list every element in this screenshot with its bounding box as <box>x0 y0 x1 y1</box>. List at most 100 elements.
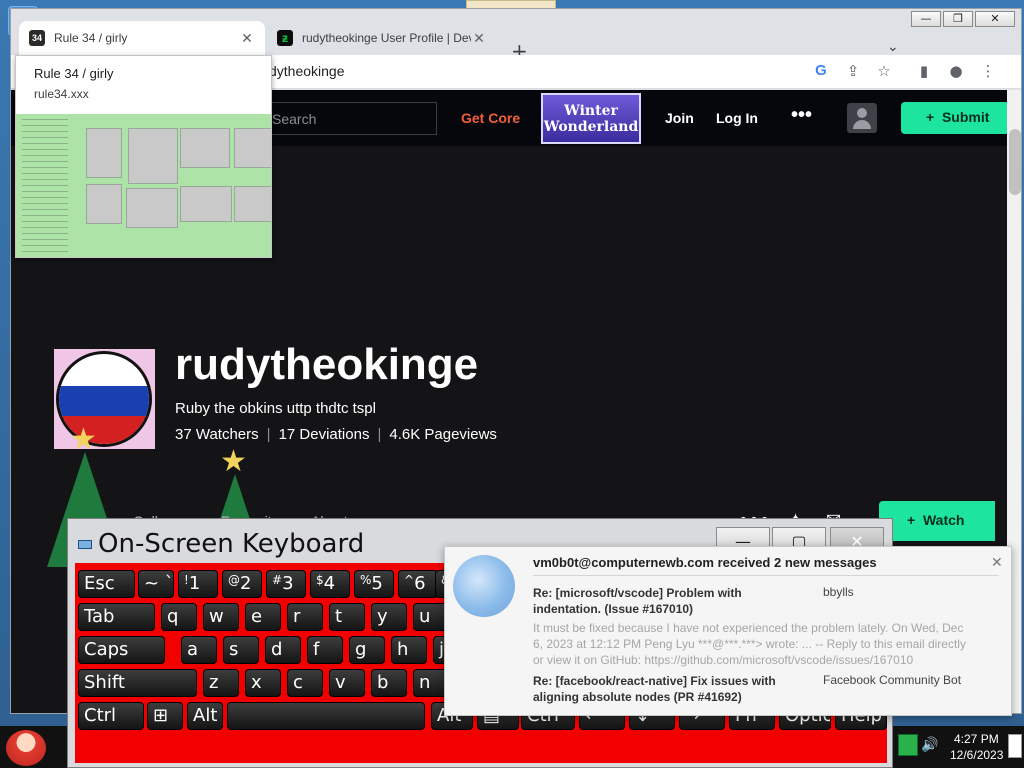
share-icon[interactable]: ⇪ <box>843 61 863 81</box>
osk-key[interactable] <box>227 702 425 730</box>
osk-key[interactable]: r <box>287 603 323 631</box>
osk-key[interactable]: d <box>265 636 301 664</box>
osk-key-label: 1 <box>188 573 201 594</box>
tray-app-icon[interactable] <box>898 734 918 756</box>
more-menu-icon[interactable]: ••• <box>791 104 812 127</box>
submit-label: Submit <box>941 109 990 125</box>
address-bar[interactable]: dytheokinge <box>269 63 345 79</box>
message-subject[interactable]: Re: [facebook/react-native] Fix issues w… <box>533 673 803 705</box>
osk-key-label: e <box>251 606 263 627</box>
osk-key[interactable]: Ctrl <box>78 702 144 730</box>
banner-line-1: Winter <box>564 103 618 119</box>
osk-key[interactable]: $4 <box>310 570 350 598</box>
watch-button[interactable]: + Watch <box>879 501 995 541</box>
osk-key[interactable]: q <box>161 603 197 631</box>
osk-key-label: h <box>397 639 409 660</box>
osk-key[interactable]: x <box>245 669 281 697</box>
submit-button[interactable]: + Submit <box>901 102 1007 134</box>
osk-key[interactable]: Caps <box>78 636 165 664</box>
osk-key[interactable]: t <box>329 603 365 631</box>
osk-key[interactable]: h <box>391 636 427 664</box>
watch-label: Watch <box>922 512 965 528</box>
osk-key[interactable]: s <box>223 636 259 664</box>
notification-center-icon[interactable] <box>1008 734 1022 758</box>
bookmark-star-icon[interactable]: ☆ <box>874 61 894 81</box>
search-input[interactable]: Search <box>259 102 437 135</box>
profile-stats: 37 Watchers | 17 Deviations | 4.6K Pageviews <box>175 426 497 443</box>
osk-key-shift-label: @ <box>228 573 240 587</box>
deviantart-favicon-icon: ƶ <box>277 30 293 46</box>
osk-key[interactable]: ⊞ <box>147 702 183 730</box>
thunderbird-notification[interactable]: vm0b0t@computernewb.com received 2 new m… <box>444 546 1012 716</box>
osk-key[interactable]: %5 <box>354 570 394 598</box>
tab-rule34[interactable]: 34 Rule 34 / girly ✕ <box>19 21 265 55</box>
clock-date[interactable]: 12/6/2023 <box>950 748 1003 762</box>
notification-divider <box>533 575 999 576</box>
osk-key-label: Tab <box>84 606 115 627</box>
osk-key-label: 2 <box>240 573 252 594</box>
watch-plus-icon: + <box>907 512 916 528</box>
osk-key[interactable]: a <box>181 636 217 664</box>
osk-key-label: Alt <box>193 705 218 726</box>
tab-hover-preview: Rule 34 / girly rule34.xxx <box>15 55 272 258</box>
osk-key-label: 5 <box>371 573 383 594</box>
osk-key-shift-label: % <box>360 573 372 587</box>
join-link[interactable]: Join <box>665 110 694 126</box>
close-tab-icon[interactable]: ✕ <box>239 30 255 47</box>
start-santa-icon[interactable] <box>6 730 46 766</box>
osk-key[interactable]: e <box>245 603 281 631</box>
close-tab-icon[interactable]: ✕ <box>471 30 487 47</box>
osk-key[interactable]: c <box>287 669 323 697</box>
tab-search-dropdown-icon[interactable]: ⌄ <box>887 39 899 55</box>
google-lens-icon[interactable]: G <box>811 61 831 81</box>
osk-key[interactable]: v <box>329 669 365 697</box>
preview-title: Rule 34 / girly <box>34 66 114 81</box>
osk-key[interactable]: Esc <box>78 570 135 598</box>
notification-header: vm0b0t@computernewb.com received 2 new m… <box>533 555 877 570</box>
side-panel-icon[interactable]: ▮ <box>914 61 934 81</box>
notification-close-icon[interactable]: ✕ <box>991 555 1003 571</box>
page-scrollbar-thumb[interactable] <box>1009 129 1021 195</box>
osk-key-label: b <box>377 672 389 693</box>
osk-key[interactable]: b <box>371 669 407 697</box>
browser-menu-icon[interactable]: ⋮ <box>978 61 998 81</box>
osk-key[interactable]: #3 <box>266 570 306 598</box>
message-subject[interactable]: Re: [microsoft/vscode] Problem with inde… <box>533 585 803 617</box>
osk-key[interactable]: g <box>349 636 385 664</box>
preview-url: rule34.xxx <box>34 87 89 101</box>
winter-wonderland-banner[interactable]: Winter Wonderland <box>541 93 641 144</box>
osk-key[interactable]: f <box>307 636 343 664</box>
message-sender: Facebook Community Bot <box>823 673 962 687</box>
osk-key-label: 4 <box>323 573 336 594</box>
osk-key[interactable]: ^6 <box>398 570 438 598</box>
message-preview: It must be fixed because I have not expe… <box>533 621 966 667</box>
osk-key[interactable]: Tab <box>78 603 155 631</box>
osk-key[interactable]: y <box>371 603 407 631</box>
osk-key[interactable]: z <box>203 669 239 697</box>
osk-key[interactable]: !1 <box>178 570 218 598</box>
tab-deviantart[interactable]: ƶ rudytheokinge User Profile | DeviantAr… <box>267 21 497 55</box>
osk-key[interactable]: Shift <box>78 669 197 697</box>
osk-key-label: Caps <box>84 639 129 660</box>
osk-key-label: 3 <box>282 573 294 594</box>
clock-time[interactable]: 4:27 PM <box>954 732 999 746</box>
osk-key-label: c <box>293 672 303 693</box>
osk-key-label: u <box>419 606 431 627</box>
get-core-link[interactable]: Get Core <box>461 110 520 126</box>
user-avatar-icon[interactable] <box>847 103 877 133</box>
osk-key[interactable]: ~ ` <box>138 570 174 598</box>
osk-key-label: a <box>187 639 199 660</box>
speaker-icon[interactable]: 🔊 <box>921 737 938 753</box>
thunderbird-logo-icon <box>453 555 515 617</box>
deviations-count[interactable]: 17 Deviations <box>279 426 370 443</box>
osk-key-label: t <box>335 606 343 627</box>
profile-username: rudytheokinge <box>175 340 479 389</box>
osk-key[interactable]: Alt <box>187 702 223 730</box>
osk-key[interactable]: w <box>203 603 239 631</box>
watchers-count[interactable]: 37 Watchers <box>175 426 259 443</box>
osk-key[interactable]: @2 <box>222 570 262 598</box>
osk-key-label: y <box>377 606 388 627</box>
profile-icon[interactable]: ● <box>946 61 966 81</box>
banner-line-2: Wonderland <box>543 119 639 135</box>
log-in-link[interactable]: Log In <box>716 110 758 126</box>
